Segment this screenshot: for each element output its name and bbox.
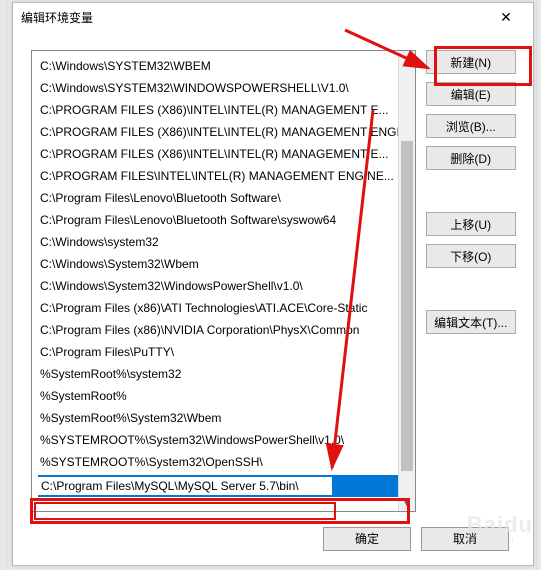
dialog-window: 编辑环境变量 ✕ C:\Windows\SYSTEM32\WBEMC:\Wind… (12, 2, 534, 566)
list-item[interactable]: %SystemRoot% (38, 385, 415, 407)
list-item[interactable]: C:\Windows\System32\WindowsPowerShell\v1… (38, 275, 415, 297)
path-edit-input[interactable] (38, 476, 333, 496)
browse-button[interactable]: 浏览(B)... (426, 114, 516, 138)
list-item[interactable]: %SystemRoot%\system32 (38, 363, 415, 385)
list-item[interactable]: C:\Program Files\Lenovo\Bluetooth Softwa… (38, 187, 415, 209)
close-button[interactable]: ✕ (487, 6, 525, 30)
delete-button[interactable]: 删除(D) (426, 146, 516, 170)
vertical-scrollbar[interactable]: ▲ ▼ (398, 51, 415, 511)
list-item[interactable]: C:\PROGRAM FILES (X86)\INTEL\INTEL(R) MA… (38, 99, 415, 121)
list-item[interactable]: C:\Windows\system32 (38, 231, 415, 253)
list-item[interactable]: C:\Program Files (x86)\ATI Technologies\… (38, 297, 415, 319)
list-item[interactable]: C:\Windows\System32\Wbem (38, 253, 415, 275)
list-item[interactable]: C:\PROGRAM FILES (X86)\INTEL\INTEL(R) MA… (38, 121, 415, 143)
list-item[interactable]: C:\Program Files\PuTTY\ (38, 341, 415, 363)
scrollbar-thumb[interactable] (401, 141, 413, 471)
titlebar[interactable]: 编辑环境变量 ✕ (13, 3, 533, 32)
list-item[interactable]: C:\Windows\SYSTEM32\WINDOWSPOWERSHELL\V1… (38, 77, 415, 99)
list-item[interactable]: C:\Program Files\Lenovo\Bluetooth Softwa… (38, 209, 415, 231)
button-column: 新建(N) 编辑(E) 浏览(B)... 删除(D) 上移(U) 下移(O) 编… (426, 50, 519, 512)
list-item[interactable]: C:\Program Files (x86)\NVIDIA Corporatio… (38, 319, 415, 341)
edit-text-button[interactable]: 编辑文本(T)... (426, 310, 516, 334)
list-item[interactable]: %SystemRoot%\System32\Wbem (38, 407, 415, 429)
edit-button[interactable]: 编辑(E) (426, 82, 516, 106)
scroll-up-icon[interactable]: ▲ (399, 51, 415, 68)
watermark: Baidu jingyan (467, 512, 533, 544)
list-item[interactable]: %SYSTEMROOT%\System32\WindowsPowerShell\… (38, 429, 415, 451)
scroll-down-icon[interactable]: ▼ (399, 494, 415, 511)
dialog-footer: 确定 取消 (13, 512, 533, 565)
move-down-button[interactable]: 下移(O) (426, 244, 516, 268)
list-item-editing[interactable] (38, 475, 415, 497)
list-item[interactable]: C:\Windows\SYSTEM32\WBEM (38, 55, 415, 77)
move-up-button[interactable]: 上移(U) (426, 212, 516, 236)
list-item[interactable]: C:\PROGRAM FILES\INTEL\INTEL(R) MANAGEME… (38, 165, 415, 187)
window-title: 编辑环境变量 (21, 9, 487, 26)
list-item[interactable]: %SYSTEMROOT%\System32\OpenSSH\ (38, 451, 415, 473)
path-listbox[interactable]: C:\Windows\SYSTEM32\WBEMC:\Windows\SYSTE… (31, 50, 416, 512)
new-button[interactable]: 新建(N) (426, 50, 516, 74)
ok-button[interactable]: 确定 (323, 527, 411, 551)
list-item[interactable]: C:\PROGRAM FILES (X86)\INTEL\INTEL(R) MA… (38, 143, 415, 165)
